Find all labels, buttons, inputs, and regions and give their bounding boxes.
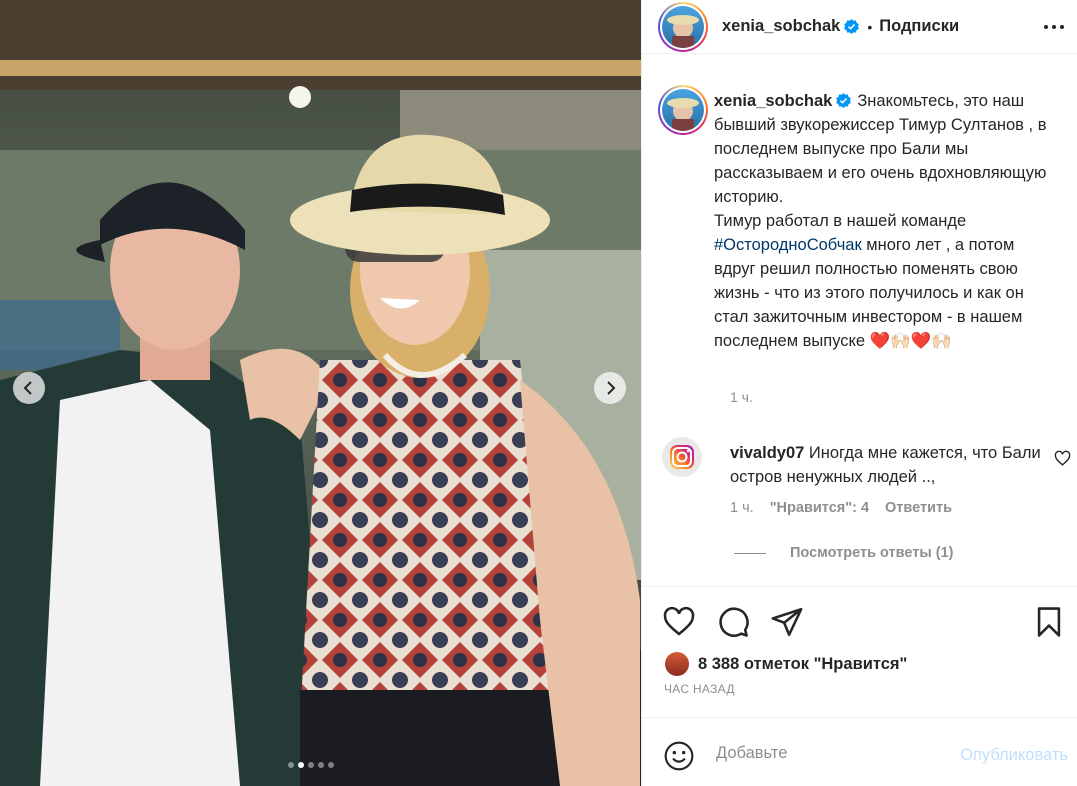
comment-like-heart-icon[interactable]	[1054, 450, 1071, 467]
publish-button[interactable]: Опубликовать	[960, 746, 1068, 765]
post-header: xenia_sobchak • Подписки	[642, 0, 1077, 54]
caption-username[interactable]: xenia_sobchak	[714, 92, 832, 110]
post-timestamp[interactable]: ЧАС НАЗАД	[664, 682, 735, 696]
carousel-dot-active	[298, 762, 304, 768]
likes-summary: 8 388 отметок "Нравится"	[664, 651, 907, 677]
liker-avatar[interactable]	[664, 651, 690, 677]
comment-reply-button[interactable]: Ответить	[885, 500, 952, 516]
author-username[interactable]: xenia_sobchak	[722, 17, 840, 36]
caption-time[interactable]: 1 ч.	[730, 389, 753, 405]
caption-avatar[interactable]	[658, 85, 708, 135]
commenter-avatar[interactable]	[662, 437, 702, 477]
likes-count[interactable]: 8 388 отметок "Нравится"	[698, 655, 907, 674]
caption-text-part2: Тимур работал в нашей команде	[714, 212, 967, 230]
comments-section[interactable]: xenia_sobchak Знакомьтесь, это наш бывший…	[642, 55, 1077, 585]
caption-text: xenia_sobchak Знакомьтесь, это наш бывший…	[714, 89, 1054, 353]
verified-badge-icon	[836, 93, 852, 108]
comment-text: vivaldy07 Иногда мне кажется, что Бали о…	[730, 441, 1050, 489]
emoji-smiley-icon[interactable]	[663, 740, 695, 772]
view-replies-label: Посмотреть ответы (1)	[790, 545, 954, 561]
post-actions: 8 388 отметок "Нравится" ЧАС НАЗАД	[642, 586, 1077, 716]
author-avatar[interactable]	[658, 1, 708, 52]
chevron-right-icon	[607, 381, 616, 395]
view-replies-button[interactable]: Посмотреть ответы (1)	[734, 545, 954, 561]
caption-hashtag-link[interactable]: #ОстородноСобчак	[714, 236, 862, 254]
carousel-dot	[288, 762, 294, 768]
comment-likes[interactable]: "Нравится": 4	[770, 500, 869, 516]
chevron-left-icon	[23, 381, 32, 395]
replies-divider	[734, 552, 766, 554]
add-comment-box: Опубликовать	[642, 717, 1077, 786]
comment-time[interactable]: 1 ч.	[730, 500, 754, 516]
comment-meta: 1 ч. "Нравится": 4 Ответить	[730, 500, 952, 516]
like-heart-icon[interactable]	[662, 605, 696, 639]
instagram-logo-icon	[670, 445, 694, 469]
post-side-panel: xenia_sobchak • Подписки xenia_sobchak Зн	[641, 0, 1077, 786]
post-media[interactable]	[0, 0, 641, 786]
instagram-post: xenia_sobchak • Подписки xenia_sobchak Зн	[0, 0, 1077, 786]
post-photo	[0, 0, 641, 786]
more-options-icon[interactable]	[1042, 17, 1066, 37]
carousel-dot	[318, 762, 324, 768]
commenter-username[interactable]: vivaldy07	[730, 444, 804, 462]
carousel-next-button[interactable]	[594, 372, 626, 404]
save-bookmark-icon[interactable]	[1032, 605, 1066, 639]
carousel-dot	[328, 762, 334, 768]
comment-bubble-icon[interactable]	[716, 605, 750, 639]
verified-badge-icon	[844, 19, 860, 34]
carousel-prev-button[interactable]	[13, 372, 45, 404]
header-separator: •	[867, 18, 873, 35]
share-send-icon[interactable]	[770, 605, 804, 639]
carousel-indicator	[288, 762, 334, 768]
comment-input[interactable]	[716, 744, 926, 763]
following-button[interactable]: Подписки	[879, 17, 959, 36]
carousel-dot	[308, 762, 314, 768]
